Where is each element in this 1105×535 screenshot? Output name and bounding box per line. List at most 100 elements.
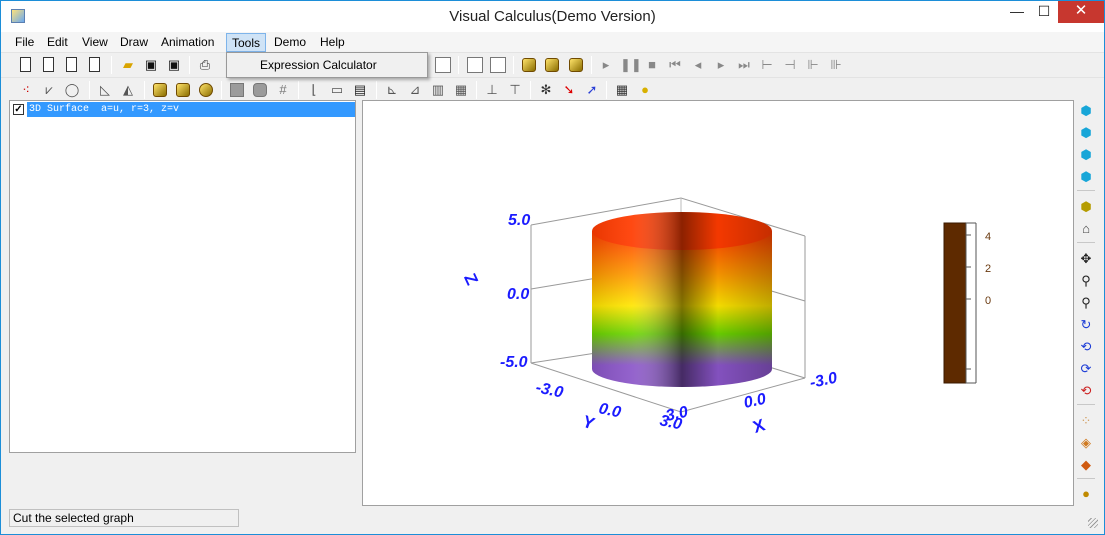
range-loop-icon[interactable]: ⊪ xyxy=(827,56,845,74)
stop-icon[interactable]: ■ xyxy=(643,56,661,74)
save-as-icon[interactable]: ▣ xyxy=(165,56,183,74)
y-axis-ticks: -3.0 0.0 3.0 xyxy=(534,379,683,433)
lightbulb-icon[interactable]: ● xyxy=(636,81,654,99)
tools-dropdown: Expression Calculator xyxy=(226,52,428,78)
curve-icon[interactable]: ⩗ xyxy=(40,81,58,99)
menu-view[interactable]: View xyxy=(77,33,113,52)
range-both-icon[interactable]: ⊩ xyxy=(804,56,822,74)
view-cube-side-icon[interactable]: ⬢ xyxy=(1077,146,1095,164)
colorbar: 4 2 0 xyxy=(943,222,991,384)
last-frame-icon[interactable]: ⏭ xyxy=(735,56,753,74)
bars-icon[interactable]: ▥ xyxy=(429,81,447,99)
cylinder-surface xyxy=(592,212,772,387)
menu-help[interactable]: Help xyxy=(315,33,350,52)
range-end-icon[interactable]: ⊣ xyxy=(781,56,799,74)
chart-2d-icon[interactable] xyxy=(466,56,484,74)
x-tick-label: 3.0 xyxy=(664,404,689,425)
draw-toolbar: ⁖ ⩗ ◯ ◺ ◭ # ⌊ ▭ ▤ ⊾ ⊿ ▥ ▦ ⊥ ⊤ ✻ ➘ ➚ ▦ ● xyxy=(1,77,1104,102)
range-start-icon[interactable]: ⊢ xyxy=(758,56,776,74)
vector-field-icon[interactable]: ✻ xyxy=(537,81,555,99)
new-file-icon[interactable] xyxy=(17,56,35,74)
first-frame-icon[interactable]: ⏮ xyxy=(666,56,684,74)
pan-icon[interactable]: ✥ xyxy=(1077,250,1095,268)
red-arrow-icon[interactable]: ➘ xyxy=(560,81,578,99)
frame-icon[interactable]: ⌊ xyxy=(305,81,323,99)
resize-grip-icon[interactable] xyxy=(1088,518,1098,528)
view-solid-icon[interactable]: ⬢ xyxy=(1077,198,1095,216)
rotate-z-icon[interactable]: ↻ xyxy=(1077,316,1095,334)
surface-yellow-icon[interactable] xyxy=(520,56,538,74)
next-frame-icon[interactable]: ▸ xyxy=(712,56,730,74)
pages-icon[interactable]: ▤ xyxy=(351,81,369,99)
view-open-box-icon[interactable]: ⌂ xyxy=(1077,220,1095,238)
menu-animation[interactable]: Animation xyxy=(156,33,219,52)
graph-list-item[interactable]: ✓ 3D Surface a=u, r=3, z=v xyxy=(12,102,355,117)
solid-cylinder-icon[interactable] xyxy=(174,81,192,99)
graph-list-item-label: 3D Surface a=u, r=3, z=v xyxy=(27,102,355,117)
plot-canvas[interactable]: 5.0 0.0 -5.0 Z -3.0 0.0 3.0 Y 3.0 0.0 -3… xyxy=(362,100,1074,506)
rotate-graph-icon[interactable] xyxy=(434,56,452,74)
pause-icon[interactable]: ❚❚ xyxy=(620,56,642,74)
expression-calculator-item[interactable]: Expression Calculator xyxy=(229,55,425,75)
y-tick-label: -3.0 xyxy=(534,379,565,401)
view-cube-front-icon[interactable]: ⬢ xyxy=(1077,102,1095,120)
sphere-shade-icon[interactable]: ● xyxy=(1077,485,1095,503)
solid-cube-icon[interactable] xyxy=(151,81,169,99)
grid-lines-icon[interactable]: # xyxy=(274,81,292,99)
z-axis-label: Z xyxy=(460,270,482,287)
menu-bar: File Edit View Draw Animation Tools Demo… xyxy=(1,32,1104,52)
refresh-graph-icon[interactable] xyxy=(86,56,104,74)
window-title: Visual Calculus(Demo Version) xyxy=(449,8,656,25)
chart-3d-icon[interactable] xyxy=(489,56,507,74)
graph-visible-checkbox[interactable]: ✓ xyxy=(13,104,24,115)
new-graph-icon[interactable] xyxy=(40,56,58,74)
surface-cube-icon[interactable] xyxy=(543,56,561,74)
print-icon[interactable]: ⎙ xyxy=(196,56,214,74)
close-button[interactable]: ✕ xyxy=(1058,1,1104,23)
open-graph-icon[interactable] xyxy=(63,56,81,74)
axes-2d-icon[interactable]: ⊥ xyxy=(483,81,501,99)
mesh-grid-icon[interactable]: ◈ xyxy=(1077,434,1095,452)
menu-file[interactable]: File xyxy=(10,33,39,52)
rotate-free-icon[interactable]: ⟲ xyxy=(1077,382,1095,400)
prev-frame-icon[interactable]: ◂ xyxy=(689,56,707,74)
plot-3d-icon[interactable]: ⊿ xyxy=(406,81,424,99)
menu-tools[interactable]: Tools xyxy=(226,33,267,52)
y-tick-label: 0.0 xyxy=(597,400,622,421)
zoom-in-icon[interactable]: ⚲ xyxy=(1077,272,1095,290)
axes-3d-icon[interactable]: ⊤ xyxy=(506,81,524,99)
save-icon[interactable]: ▣ xyxy=(142,56,160,74)
minimize-button[interactable]: — xyxy=(1002,1,1032,23)
z-tick-label: -5.0 xyxy=(500,354,528,371)
maximize-button[interactable]: ☐ xyxy=(1029,1,1059,23)
menu-edit[interactable]: Edit xyxy=(42,33,73,52)
main-toolbar: ▰ ▣ ▣ ⎙ ▸ ❚❚ ■ ⏮ ◂ ▸ ⏭ ⊢ ⊣ ⊩ ⊪ xyxy=(1,52,1104,77)
table-icon[interactable]: ▦ xyxy=(613,81,631,99)
view-cube-top-icon[interactable]: ⬢ xyxy=(1077,124,1095,142)
region-icon[interactable]: ◭ xyxy=(119,81,137,99)
grid-mesh-icon[interactable] xyxy=(251,81,269,99)
view-cube-iso-icon[interactable]: ⬢ xyxy=(1077,168,1095,186)
mesh-dots-icon[interactable]: ⁘ xyxy=(1077,412,1095,430)
colorbar-tick-label: 2 xyxy=(985,263,991,275)
rotate-x-icon[interactable]: ⟲ xyxy=(1077,338,1095,356)
bars-3d-icon[interactable]: ▦ xyxy=(452,81,470,99)
mesh-solid-icon[interactable]: ◆ xyxy=(1077,456,1095,474)
circle-icon[interactable]: ◯ xyxy=(63,81,81,99)
zoom-out-icon[interactable]: ⚲ xyxy=(1077,294,1095,312)
blue-arrow-icon[interactable]: ➚ xyxy=(583,81,601,99)
plot-2d-icon[interactable]: ⊾ xyxy=(383,81,401,99)
page-icon[interactable]: ▭ xyxy=(328,81,346,99)
title-bar: Visual Calculus(Demo Version) — ☐ ✕ xyxy=(1,1,1104,32)
surface-solid-icon[interactable] xyxy=(567,56,585,74)
play-icon[interactable]: ▸ xyxy=(597,56,615,74)
solid-sphere-icon[interactable] xyxy=(197,81,215,99)
open-folder-icon[interactable]: ▰ xyxy=(119,56,137,74)
grid-fill-icon[interactable] xyxy=(228,81,246,99)
points-icon[interactable]: ⁖ xyxy=(17,81,35,99)
menu-demo[interactable]: Demo xyxy=(269,33,311,52)
rotate-y-icon[interactable]: ⟳ xyxy=(1077,360,1095,378)
expression-calculator-label: Expression Calculator xyxy=(260,58,377,72)
menu-draw[interactable]: Draw xyxy=(115,33,153,52)
area-chart-icon[interactable]: ◺ xyxy=(96,81,114,99)
